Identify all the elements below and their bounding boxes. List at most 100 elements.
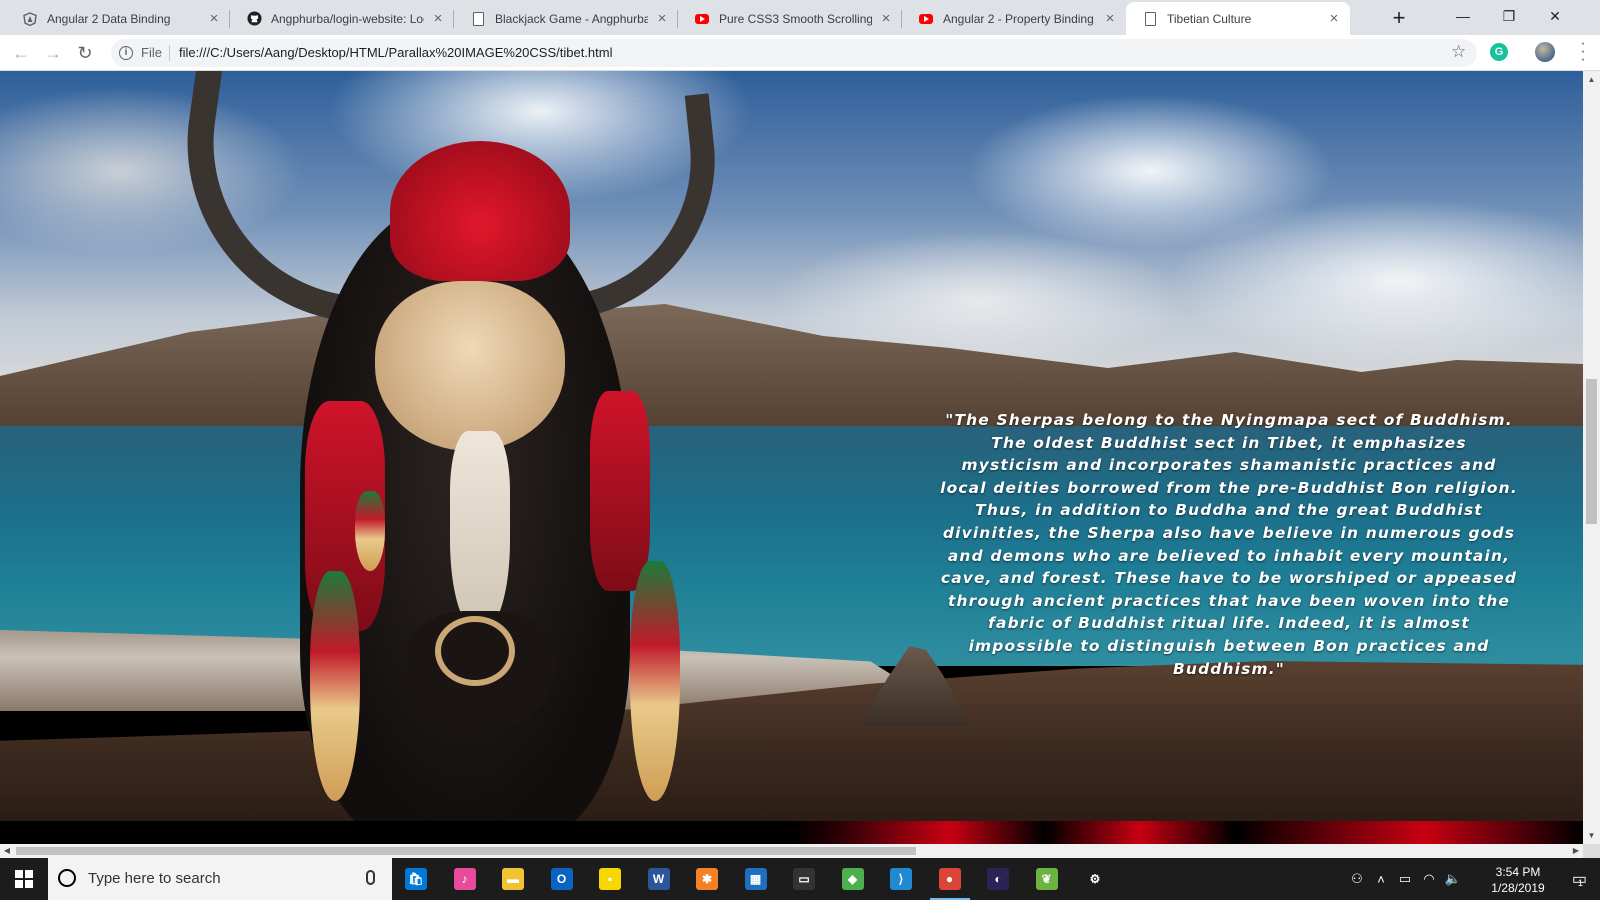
system-tray: ⚇ ˄ ▭ ◠ 🔈 [1345,858,1465,900]
office-icon: ✱ [696,868,718,890]
close-tab-icon[interactable]: × [1326,11,1342,27]
cortana-icon [58,869,76,887]
tab-title: Angphurba/login-website: Log [271,11,424,26]
profile-avatar[interactable] [1535,42,1555,62]
document-icon [1142,11,1158,27]
file-explorer-app[interactable]: ▬ [489,858,537,900]
people-icon[interactable]: ⚇ [1345,858,1369,900]
yak-figure [164,71,740,844]
clock-time: 3:54 PM [1495,865,1541,879]
chrome-icon: ● [938,868,961,890]
close-tab-icon[interactable]: × [654,11,670,27]
horizontal-scroll-thumb[interactable] [16,847,916,855]
taskbar-search[interactable]: Type here to search [48,858,392,900]
clock-date: 1/28/2019 [1491,881,1545,895]
wifi-icon[interactable]: ◠ [1417,858,1441,900]
address-bar[interactable]: i File file:///C:/Users/Aang/Desktop/HTM… [111,39,1477,67]
start-button[interactable] [0,858,48,900]
terminal-icon: ▭ [793,868,815,890]
browser-menu-icon[interactable]: · · · [1576,36,1590,68]
scroll-down-arrow-icon[interactable]: ▼ [1583,827,1600,844]
calculator-app[interactable]: ▦ [732,858,780,900]
tab-title: Angular 2 - Property Binding - [943,11,1096,26]
document-icon [470,11,486,27]
tab-github-login-website[interactable]: Angphurba/login-website: Log × [230,2,454,35]
back-button[interactable]: ← [7,39,35,67]
notification-count: 1 [1578,878,1584,888]
scroll-left-arrow-icon[interactable]: ◀ [0,844,14,858]
youtube-icon [694,11,710,27]
page-viewport: "The Sherpas belong to the Nyingmapa sec… [0,71,1583,844]
chrome-app[interactable]: ● [926,858,974,900]
url-text[interactable]: file:///C:/Users/Aang/Desktop/HTML/Paral… [179,45,613,60]
spring-icon: ❦ [1035,868,1058,890]
close-tab-icon[interactable]: × [1102,11,1118,27]
tab-title: Blackjack Game - Angphurba S [495,11,648,26]
vscode-app[interactable]: ⟩ [877,858,925,900]
outlook-app[interactable]: O [538,858,586,900]
eclipse-icon: ◐ [987,868,1009,890]
store-app[interactable]: 🛍 [392,858,440,900]
windows-taskbar: Type here to search 🛍 ♪ ▬ O ▪ W ✱ ▦ ▭ ◆ ⟩ ● ◐ ❦ ⚙ ⚇ ˄ … [0,858,1600,900]
office-app[interactable]: ✱ [683,858,731,900]
github-icon [246,11,262,27]
terminal-app[interactable]: ▭ [780,858,828,900]
battery-icon[interactable]: ▭ [1393,858,1417,900]
horizontal-scrollbar[interactable]: ◀ ▶ [0,844,1583,858]
new-tab-button[interactable]: + [1385,5,1413,33]
word-icon: W [647,868,670,890]
tab-tibetian-culture[interactable]: Tibetian Culture × [1126,2,1350,35]
reload-button[interactable]: ↻ [71,39,99,67]
itunes-icon: ♪ [453,868,476,890]
file-explorer-icon: ▬ [502,868,524,890]
tab-blackjack-game[interactable]: Blackjack Game - Angphurba S × [454,2,678,35]
git-app[interactable]: ◆ [829,858,877,900]
spring-app[interactable]: ❦ [1023,858,1071,900]
next-section-edge [0,821,1583,844]
tab-angular-data-binding[interactable]: Angular 2 Data Binding × [6,2,230,35]
tab-title: Angular 2 Data Binding [47,11,171,26]
youtube-icon [918,11,934,27]
close-tab-icon[interactable]: × [430,11,446,27]
grammarly-extension-icon[interactable]: G [1490,43,1508,61]
settings-icon: ⚙ [1084,868,1106,890]
scroll-right-arrow-icon[interactable]: ▶ [1569,844,1583,858]
store-icon: 🛍 [405,868,427,890]
settings-app[interactable]: ⚙ [1071,858,1119,900]
bookmark-star-icon[interactable]: ☆ [1451,42,1466,62]
file-chip: File [141,45,162,60]
sticky-notes-app[interactable]: ▪ [586,858,634,900]
browser-toolbar: ← → ↻ i File file:///C:/Users/Aang/Deskt… [0,35,1600,71]
git-icon: ◆ [841,868,864,890]
minimize-button[interactable]: — [1440,0,1486,32]
vscode-icon: ⟩ [890,868,912,890]
angular-icon [22,11,38,27]
scroll-up-arrow-icon[interactable]: ▲ [1583,71,1600,88]
close-tab-icon[interactable]: × [878,11,894,27]
action-center-button[interactable]: ▭ 1 [1555,858,1600,900]
info-icon[interactable]: i [119,46,133,60]
vertical-scrollbar[interactable]: ▲ ▼ [1583,71,1600,844]
itunes-app[interactable]: ♪ [441,858,489,900]
close-tab-icon[interactable]: × [206,11,222,27]
close-window-button[interactable]: ✕ [1532,0,1578,32]
show-hidden-icons-icon[interactable]: ˄ [1369,858,1393,900]
search-placeholder: Type here to search [88,870,221,887]
forward-button[interactable]: → [39,39,67,67]
sherpa-quote: "The Sherpas belong to the Nyingmapa sec… [940,411,1518,678]
vertical-scroll-thumb[interactable] [1586,379,1597,524]
outlook-icon: O [550,868,573,890]
tab-strip: Angular 2 Data Binding × Angphurba/login… [0,0,1600,35]
taskbar-clock[interactable]: 3:54 PM 1/28/2019 [1485,864,1551,896]
eclipse-app[interactable]: ◐ [974,858,1022,900]
tab-angular-property-binding[interactable]: Angular 2 - Property Binding - × [902,2,1126,35]
tab-pure-css3-smooth-scrolling[interactable]: Pure CSS3 Smooth Scrolling To × [678,2,902,35]
word-app[interactable]: W [635,858,683,900]
maximize-button[interactable]: ❐ [1486,0,1532,32]
sticky-notes-icon: ▪ [599,868,621,890]
tab-title: Pure CSS3 Smooth Scrolling To [719,11,872,26]
microphone-icon[interactable] [366,870,375,885]
calculator-icon: ▦ [744,868,767,890]
windows-logo-icon [15,870,33,888]
volume-icon[interactable]: 🔈 [1441,858,1465,900]
